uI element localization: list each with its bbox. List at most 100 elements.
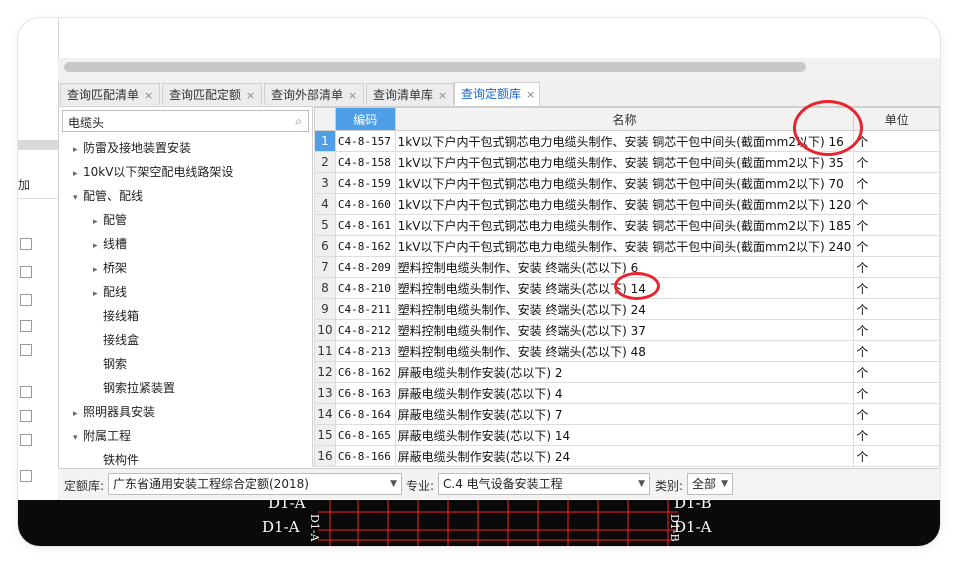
cell-code[interactable]: C6-8-165	[334, 424, 396, 446]
search-icon[interactable]: ⌕	[295, 114, 302, 129]
row-number[interactable]: 3	[314, 172, 336, 194]
chevron-right-icon[interactable]: ▸	[93, 289, 103, 299]
cell-name[interactable]: 1kV以下户内干包式铜芯电力电缆头制作、安装 铜芯干包中间头(截面mm2以下) …	[394, 172, 855, 194]
cell-name[interactable]: 1kV以下户内干包式铜芯电力电缆头制作、安装 铜芯干包中间头(截面mm2以下) …	[394, 214, 855, 236]
row-checkbox[interactable]	[20, 410, 32, 422]
row-number[interactable]: 8	[314, 277, 336, 299]
cell-code[interactable]: C4-8-211	[334, 298, 396, 320]
tree-node[interactable]: 接线盒	[93, 331, 139, 348]
row-number[interactable]: 4	[314, 193, 336, 215]
cell-name[interactable]: 1kV以下户内干包式铜芯电力电缆头制作、安装 铜芯干包中间头(截面mm2以下) …	[394, 151, 855, 173]
row-checkbox[interactable]	[20, 434, 32, 446]
table-row[interactable]: 3 C4-8-159 1kV以下户内干包式铜芯电力电缆头制作、安装 铜芯干包中间头(…	[314, 172, 940, 194]
cell-code[interactable]: C4-8-209	[334, 256, 396, 278]
row-checkbox[interactable]	[20, 320, 32, 332]
cell-code[interactable]: C6-8-163	[334, 382, 396, 404]
cell-code[interactable]: C6-8-166	[334, 445, 396, 467]
add-label[interactable]: 加	[18, 176, 30, 193]
chevron-down-icon[interactable]: ▾	[73, 433, 83, 443]
chevron-right-icon[interactable]: ▸	[93, 265, 103, 275]
table-row[interactable]: 9 C4-8-211 塑料控制电缆头制作、安装 终端头(芯以下) 24 个	[314, 298, 940, 320]
row-checkbox[interactable]	[20, 344, 32, 356]
cell-code[interactable]: C4-8-213	[334, 340, 396, 362]
cell-code[interactable]: C4-8-162	[334, 235, 396, 257]
cell-name[interactable]: 屏蔽电缆头制作安装(芯以下) 7	[394, 403, 855, 425]
table-row[interactable]: 11 C4-8-213 塑料控制电缆头制作、安装 终端头(芯以下) 48 个	[314, 340, 940, 362]
cell-unit[interactable]: 个	[853, 319, 940, 341]
column-header-unit[interactable]: 单位	[853, 107, 940, 131]
cell-code[interactable]: C4-8-212	[334, 319, 396, 341]
chevron-right-icon[interactable]: ▸	[73, 409, 83, 419]
tree-node[interactable]: ▸ 线槽	[93, 235, 127, 252]
tree-node[interactable]: ▾ 配管、配线	[73, 187, 143, 204]
table-row[interactable]: 13 C6-8-163 屏蔽电缆头制作安装(芯以下) 4个	[314, 382, 940, 404]
row-checkbox[interactable]	[20, 238, 32, 250]
cell-name[interactable]: 塑料控制电缆头制作、安装 终端头(芯以下) 37	[394, 319, 855, 341]
tree-node[interactable]: 钢索	[93, 355, 127, 372]
cell-code[interactable]: C4-8-159	[334, 172, 396, 194]
cell-unit[interactable]: 个	[853, 340, 940, 362]
cell-unit[interactable]: 个	[853, 172, 940, 194]
chevron-down-icon[interactable]: ▼	[721, 474, 728, 494]
table-row[interactable]: 10 C4-8-212 塑料控制电缆头制作、安装 终端头(芯以下) 37 个	[314, 319, 940, 341]
tree-node[interactable]: ▸ 配线	[93, 283, 127, 300]
cell-name[interactable]: 1kV以下户内干包式铜芯电力电缆头制作、安装 铜芯干包中间头(截面mm2以下) …	[394, 193, 855, 215]
chevron-down-icon[interactable]: ▾	[73, 193, 83, 203]
cell-unit[interactable]: 个	[853, 130, 940, 152]
cell-unit[interactable]: 个	[853, 193, 940, 215]
cell-unit[interactable]: 个	[853, 403, 940, 425]
table-row[interactable]: 6 C4-8-162 1kV以下户内干包式铜芯电力电缆头制作、安装 铜芯干包中间头(…	[314, 235, 940, 257]
row-number[interactable]: 15	[314, 424, 336, 446]
cell-unit[interactable]: 个	[853, 361, 940, 383]
table-row[interactable]: 12 C6-8-162 屏蔽电缆头制作安装(芯以下) 2个	[314, 361, 940, 383]
cell-unit[interactable]: 个	[853, 445, 940, 467]
chevron-down-icon[interactable]: ▼	[638, 474, 645, 494]
row-number[interactable]: 13	[314, 382, 336, 404]
close-icon[interactable]: ×	[438, 89, 447, 102]
cell-name[interactable]: 塑料控制电缆头制作、安装 终端头(芯以下) 24	[394, 298, 855, 320]
tab-query-list-library[interactable]: 查询清单库 ×	[366, 83, 454, 105]
row-number[interactable]: 10	[314, 319, 336, 341]
tree-node[interactable]: 铁构件	[93, 451, 139, 467]
tab-query-match-list[interactable]: 查询匹配清单 ×	[60, 83, 160, 105]
cell-code[interactable]: C4-8-158	[334, 151, 396, 173]
tree-node[interactable]: ▸ 桥架	[93, 259, 127, 276]
row-number[interactable]: 14	[314, 403, 336, 425]
tab-query-external-list[interactable]: 查询外部清单 ×	[264, 83, 364, 105]
cell-unit[interactable]: 个	[853, 298, 940, 320]
cell-code[interactable]: C6-8-162	[334, 361, 396, 383]
cell-name[interactable]: 屏蔽电缆头制作安装(芯以下) 24	[394, 445, 855, 467]
cell-unit[interactable]: 个	[853, 277, 940, 299]
tree-node[interactable]: 钢索拉紧装置	[93, 379, 175, 396]
cell-code[interactable]: C4-8-210	[334, 277, 396, 299]
close-icon[interactable]: ×	[246, 89, 255, 102]
tab-query-match-quota[interactable]: 查询匹配定额 ×	[162, 83, 262, 105]
library-select[interactable]: 广东省通用安装工程综合定额(2018) ▼	[108, 473, 402, 495]
chevron-down-icon[interactable]: ▼	[390, 474, 397, 494]
cell-code[interactable]: C4-8-160	[334, 193, 396, 215]
column-header-name[interactable]: 名称	[394, 107, 855, 131]
major-select[interactable]: C.4 电气设备安装工程 ▼	[438, 473, 650, 495]
close-icon[interactable]: ×	[526, 88, 535, 101]
cell-code[interactable]: C4-8-161	[334, 214, 396, 236]
row-checkbox[interactable]	[20, 470, 32, 482]
cell-unit[interactable]: 个	[853, 382, 940, 404]
cell-code[interactable]: C4-8-157	[334, 130, 396, 152]
table-row[interactable]: 5 C4-8-161 1kV以下户内干包式铜芯电力电缆头制作、安装 铜芯干包中间头(…	[314, 214, 940, 236]
cell-code[interactable]: C6-8-164	[334, 403, 396, 425]
tree-node[interactable]: ▸ 照明器具安装	[73, 403, 155, 420]
cell-unit[interactable]: 个	[853, 214, 940, 236]
row-checkbox[interactable]	[20, 386, 32, 398]
row-number[interactable]: 7	[314, 256, 336, 278]
search-box[interactable]: ⌕	[62, 110, 309, 132]
cell-unit[interactable]: 个	[853, 256, 940, 278]
row-number[interactable]: 12	[314, 361, 336, 383]
close-icon[interactable]: ×	[348, 89, 357, 102]
column-header-code[interactable]: 编码	[334, 107, 396, 131]
chevron-right-icon[interactable]: ▸	[73, 145, 83, 155]
table-row[interactable]: 15 C6-8-165 屏蔽电缆头制作安装(芯以下) 14 个	[314, 424, 940, 446]
row-number[interactable]: 9	[314, 298, 336, 320]
cell-name[interactable]: 屏蔽电缆头制作安装(芯以下) 4	[394, 382, 855, 404]
cell-unit[interactable]: 个	[853, 235, 940, 257]
row-number[interactable]: 5	[314, 214, 336, 236]
